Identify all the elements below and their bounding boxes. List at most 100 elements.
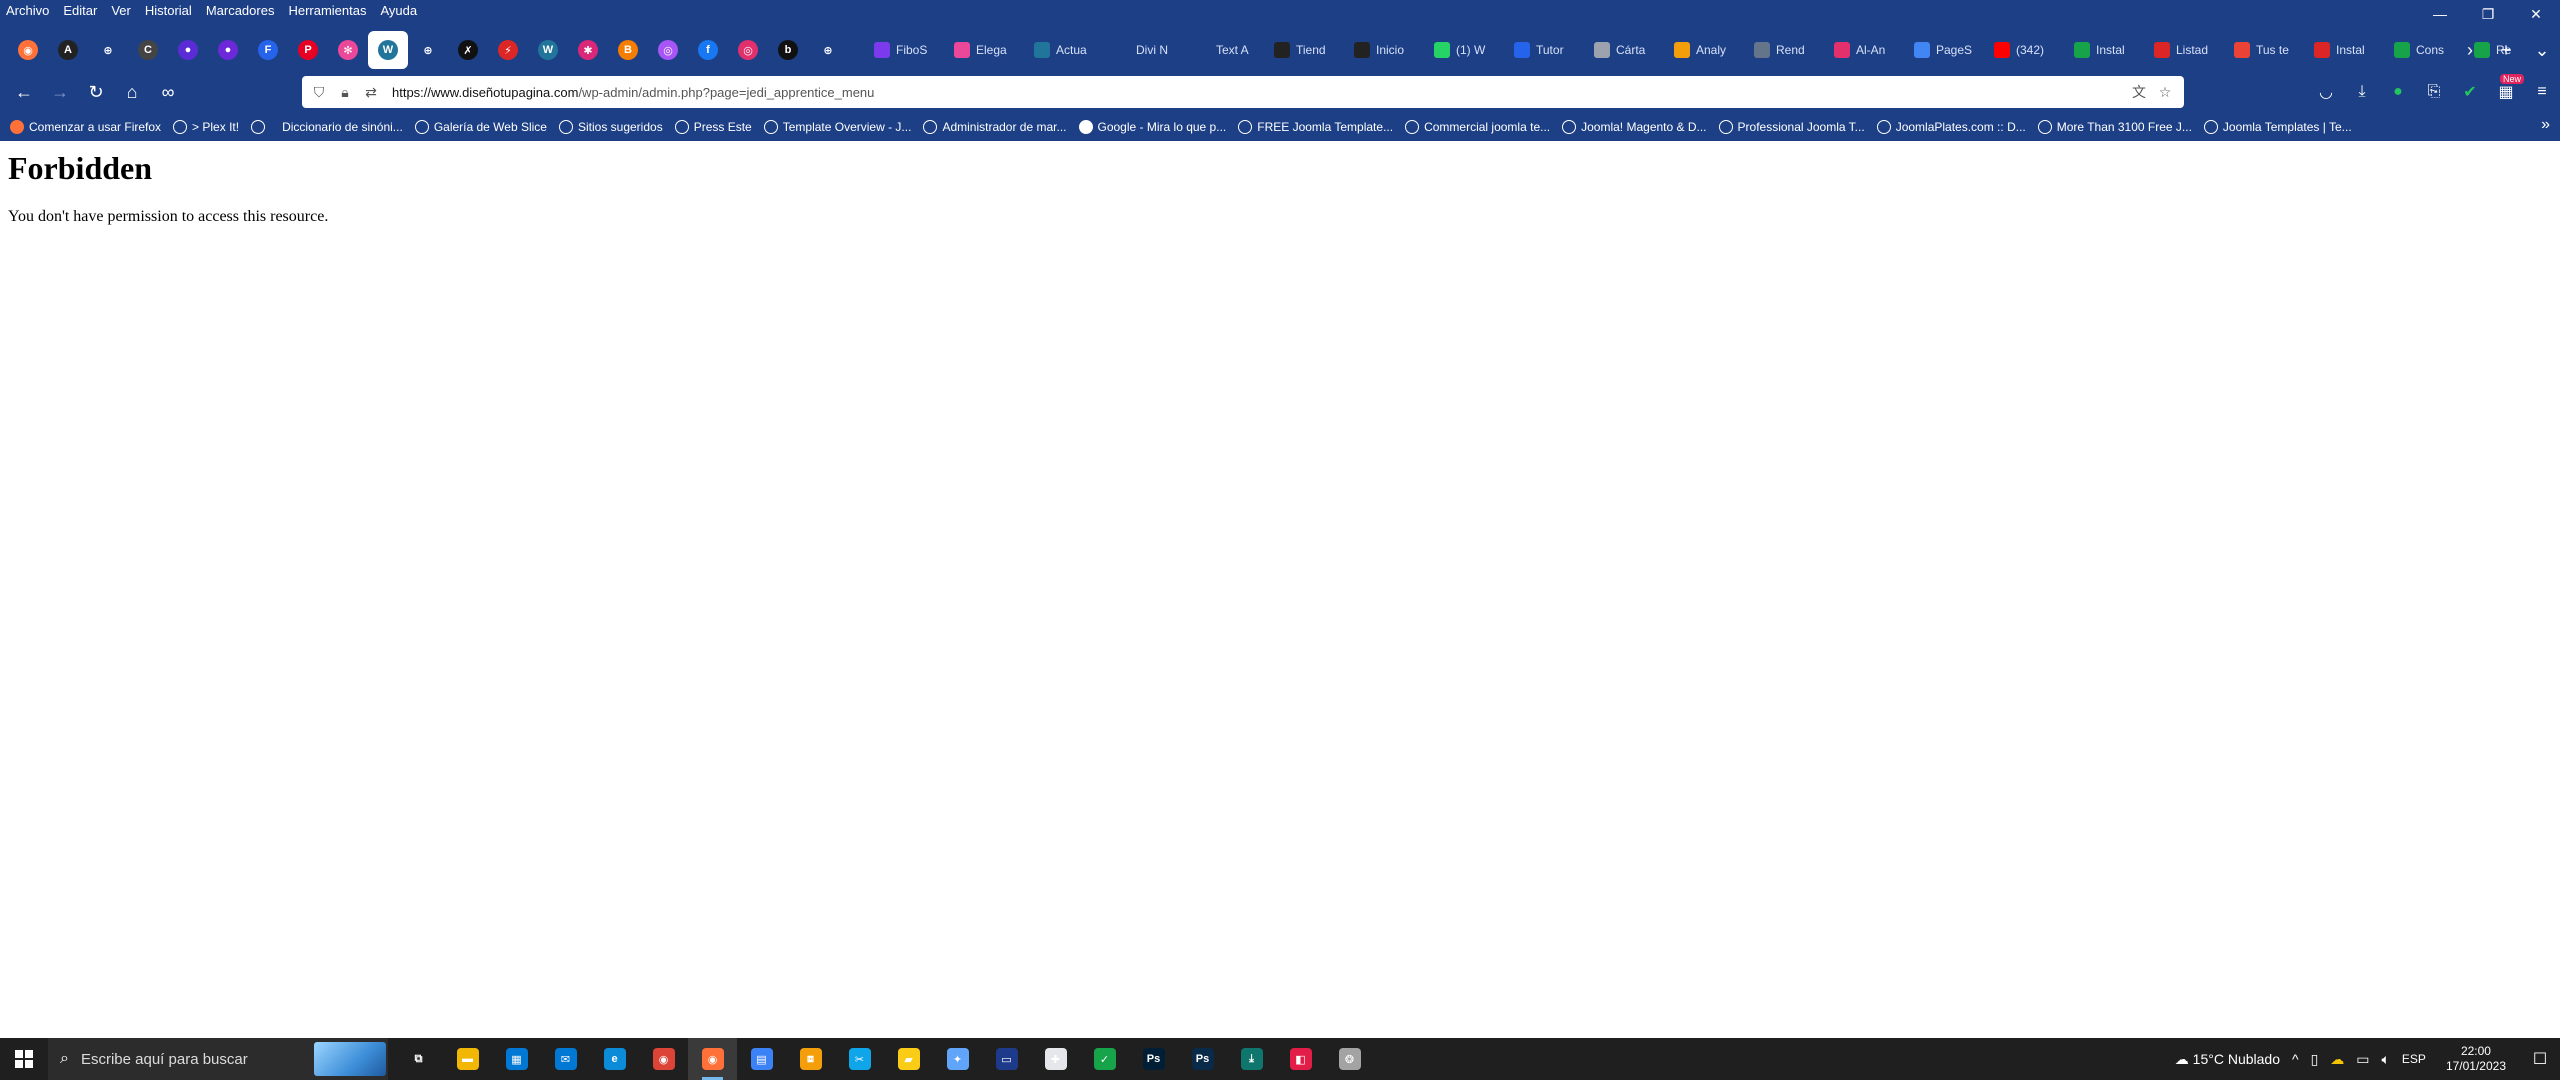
tab[interactable]: Cárta <box>1588 33 1666 67</box>
pinned-tab[interactable]: ✗ <box>448 31 488 69</box>
pinned-tab[interactable]: f <box>688 31 728 69</box>
tab[interactable]: Tus te <box>2228 33 2306 67</box>
extensions-new-icon[interactable]: ▦ New <box>2488 74 2524 108</box>
pinned-tab[interactable]: W <box>528 31 568 69</box>
permissions-icon[interactable]: ⇄ <box>358 79 384 105</box>
bookmark-item[interactable]: > Plex It! <box>173 120 239 134</box>
forward-button[interactable]: → <box>42 76 78 108</box>
shield-icon[interactable]: ⛉ <box>306 79 332 105</box>
taskbar-app[interactable]: ⤓ <box>1227 1038 1276 1080</box>
bookmark-item[interactable]: Professional Joomla T... <box>1718 120 1865 134</box>
scroll-tabs-right-button[interactable]: › <box>2452 32 2488 68</box>
pinned-tab[interactable]: ◎ <box>728 31 768 69</box>
tab[interactable]: PageS <box>1908 33 1986 67</box>
pinned-tab[interactable]: ◎ <box>648 31 688 69</box>
tab[interactable]: Text A <box>1188 33 1266 67</box>
minimize-button[interactable]: — <box>2416 0 2464 28</box>
tab[interactable]: Listad <box>2148 33 2226 67</box>
taskbar-app[interactable]: ❂ <box>1325 1038 1374 1080</box>
pinned-tab[interactable]: ⊕ <box>408 31 448 69</box>
taskbar-search[interactable]: ⌕ Escribe aquí para buscar <box>48 1038 388 1080</box>
menu-herramientas[interactable]: Herramientas <box>288 3 366 18</box>
pinned-tab[interactable]: B <box>608 31 648 69</box>
taskbar-app[interactable]: ▤ <box>737 1038 786 1080</box>
taskbar-app[interactable]: ◉ <box>639 1038 688 1080</box>
bookmark-item[interactable] <box>251 120 270 134</box>
pinned-tab[interactable]: ⚡ <box>488 31 528 69</box>
menu-archivo[interactable]: Archivo <box>6 3 49 18</box>
pinned-tab[interactable]: ⊕ <box>88 31 128 69</box>
bookmark-item[interactable]: Diccionario de sinóni... <box>282 120 403 134</box>
taskbar-app[interactable]: ✓ <box>1080 1038 1129 1080</box>
bookmark-item[interactable]: Google - Mira lo que p... <box>1078 120 1226 134</box>
close-button[interactable]: ✕ <box>2512 0 2560 28</box>
tab[interactable]: Instal <box>2308 33 2386 67</box>
list-all-tabs-button[interactable]: ⌄ <box>2524 32 2560 68</box>
bookmark-item[interactable]: FREE Joomla Template... <box>1238 120 1393 134</box>
tab[interactable]: Inicio <box>1348 33 1426 67</box>
tray-cloud-icon[interactable]: ☁ <box>2324 1051 2350 1068</box>
tab[interactable]: Al-An <box>1828 33 1906 67</box>
bookmark-item[interactable]: Commercial joomla te... <box>1405 120 1550 134</box>
taskbar-app[interactable]: ▦ <box>492 1038 541 1080</box>
menu-ayuda[interactable]: Ayuda <box>380 3 417 18</box>
pinned-tab[interactable]: ✻ <box>328 31 368 69</box>
bookmark-item[interactable]: Joomla Templates | Te... <box>2203 120 2352 134</box>
bookmark-star-icon[interactable]: ☆ <box>2152 79 2178 105</box>
menu-historial[interactable]: Historial <box>145 3 192 18</box>
bookmarks-overflow-button[interactable]: » <box>2541 116 2550 134</box>
weather-widget[interactable]: ☁ 15°C Nublado <box>2169 1051 2286 1068</box>
clock[interactable]: 22:00 17/01/2023 <box>2432 1044 2520 1074</box>
menu-ver[interactable]: Ver <box>111 3 131 18</box>
pocket-icon[interactable]: ◡ <box>2308 76 2344 108</box>
menu-marcadores[interactable]: Marcadores <box>206 3 275 18</box>
tab[interactable]: Rend <box>1748 33 1826 67</box>
bookmark-item[interactable]: Joomla! Magento & D... <box>1562 120 1707 134</box>
notifications-icon[interactable]: ☐ <box>2520 1038 2560 1080</box>
new-tab-button[interactable]: + <box>2488 32 2524 68</box>
reload-button[interactable]: ↻ <box>78 76 114 108</box>
taskbar-app[interactable]: Ps <box>1129 1038 1178 1080</box>
hamburger-menu-icon[interactable]: ≡ <box>2524 76 2560 108</box>
taskbar-app[interactable]: ✂ <box>835 1038 884 1080</box>
tab[interactable]: Analy <box>1668 33 1746 67</box>
pinned-tab[interactable]: ◉ <box>8 31 48 69</box>
restore-button[interactable]: ❐ <box>2464 0 2512 28</box>
taskbar-app[interactable]: ✉ <box>541 1038 590 1080</box>
taskbar-app[interactable]: e <box>590 1038 639 1080</box>
bookmark-item[interactable]: Press Este <box>674 120 752 134</box>
pinned-tab[interactable]: ⊕ <box>808 31 848 69</box>
pinned-tab[interactable]: A <box>48 31 88 69</box>
taskbar-app[interactable]: ◧ <box>1276 1038 1325 1080</box>
tab[interactable]: Instal <box>2068 33 2146 67</box>
start-button[interactable] <box>0 1038 48 1080</box>
tab[interactable]: (1) W <box>1428 33 1506 67</box>
home-button[interactable]: ⌂ <box>114 76 150 108</box>
taskbar-app[interactable]: ▬ <box>443 1038 492 1080</box>
extension-icon[interactable]: ∞ <box>150 76 186 108</box>
tray-app-icon[interactable]: ▯ <box>2305 1051 2325 1068</box>
network-icon[interactable]: ▭ <box>2350 1051 2375 1068</box>
bookmark-item[interactable]: More Than 3100 Free J... <box>2037 120 2192 134</box>
taskbar-app[interactable]: ✦ <box>933 1038 982 1080</box>
extension-green-icon[interactable]: ● <box>2380 76 2416 108</box>
pinned-tab[interactable]: C <box>128 31 168 69</box>
lock-icon[interactable]: 🔒︎ <box>332 79 358 105</box>
pinned-tab[interactable]: P <box>288 31 328 69</box>
taskbar-app[interactable]: ⧉ <box>394 1038 443 1080</box>
language-indicator[interactable]: ESP <box>2396 1052 2432 1066</box>
tab[interactable]: Tiend <box>1268 33 1346 67</box>
volume-icon[interactable]: 🔈︎ <box>2376 1051 2396 1068</box>
pinned-tab[interactable]: F <box>248 31 288 69</box>
bookmark-item[interactable]: Sitios sugeridos <box>558 120 663 134</box>
extension-icon[interactable]: ⎘ <box>2416 76 2452 108</box>
downloads-icon[interactable]: ⤓ <box>2344 76 2380 108</box>
tab[interactable]: Actua <box>1028 33 1106 67</box>
menu-editar[interactable]: Editar <box>63 3 97 18</box>
pinned-tab[interactable]: ● <box>168 31 208 69</box>
pinned-tab[interactable]: ✱ <box>568 31 608 69</box>
url-bar[interactable]: ⛉ 🔒︎ ⇄ https://www.diseñotupagina.com/wp… <box>302 76 2184 108</box>
taskbar-app[interactable]: ◉ <box>688 1038 737 1080</box>
pinned-tab[interactable]: b <box>768 31 808 69</box>
pinned-tab[interactable]: ● <box>208 31 248 69</box>
